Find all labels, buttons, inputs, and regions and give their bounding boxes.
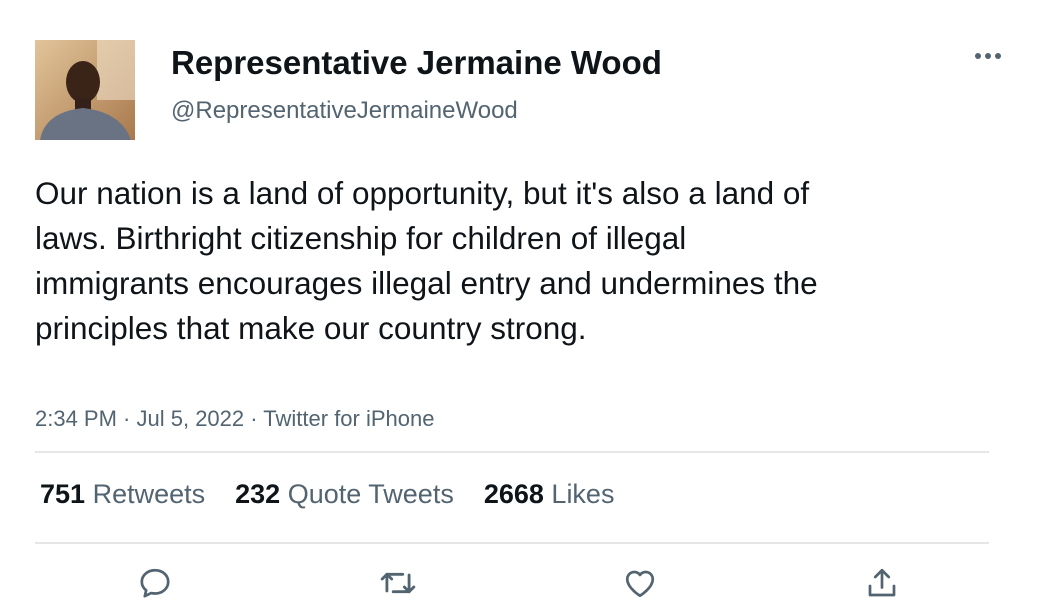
retweet-icon [380, 572, 416, 594]
author-handle[interactable]: @RepresentativeJermaineWood [171, 95, 518, 127]
author-display-name[interactable]: Representative Jermaine Wood [171, 42, 662, 84]
retweet-button[interactable] [378, 563, 418, 603]
tweet-date[interactable]: Jul 5, 2022 [137, 406, 245, 431]
retweets-stat[interactable]: 751 Retweets [40, 476, 205, 512]
divider [35, 451, 989, 453]
engagement-stats: 751 Retweets 232 Quote Tweets 2668 Likes [40, 476, 644, 512]
meta-separator: · [116, 406, 137, 431]
quote-tweets-label: Quote Tweets [287, 479, 454, 509]
divider [35, 542, 989, 544]
share-icon [868, 568, 896, 597]
meta-separator: · [244, 406, 264, 431]
tweet-text: Our nation is a land of opportunity, but… [35, 175, 818, 346]
tweet-meta: 2:34 PM · Jul 5, 2022 · Twitter for iPho… [35, 404, 434, 434]
likes-stat[interactable]: 2668 Likes [484, 476, 615, 512]
tweet-time[interactable]: 2:34 PM [35, 406, 117, 431]
retweets-count: 751 [40, 479, 86, 509]
heart-icon [625, 570, 655, 598]
more-horizontal-icon [975, 53, 1001, 59]
reply-button[interactable] [135, 563, 175, 603]
retweets-label: Retweets [92, 479, 206, 509]
likes-label: Likes [551, 479, 615, 509]
like-button[interactable] [620, 563, 660, 603]
avatar[interactable] [35, 40, 135, 140]
quote-tweets-count: 232 [235, 479, 281, 509]
reply-icon [140, 568, 170, 598]
tweet-source[interactable]: Twitter for iPhone [263, 406, 434, 431]
quote-tweets-stat[interactable]: 232 Quote Tweets [235, 476, 454, 512]
share-button[interactable] [862, 563, 902, 603]
avatar-photo [35, 40, 135, 140]
more-options-button[interactable] [968, 40, 1008, 72]
likes-count: 2668 [483, 479, 544, 509]
